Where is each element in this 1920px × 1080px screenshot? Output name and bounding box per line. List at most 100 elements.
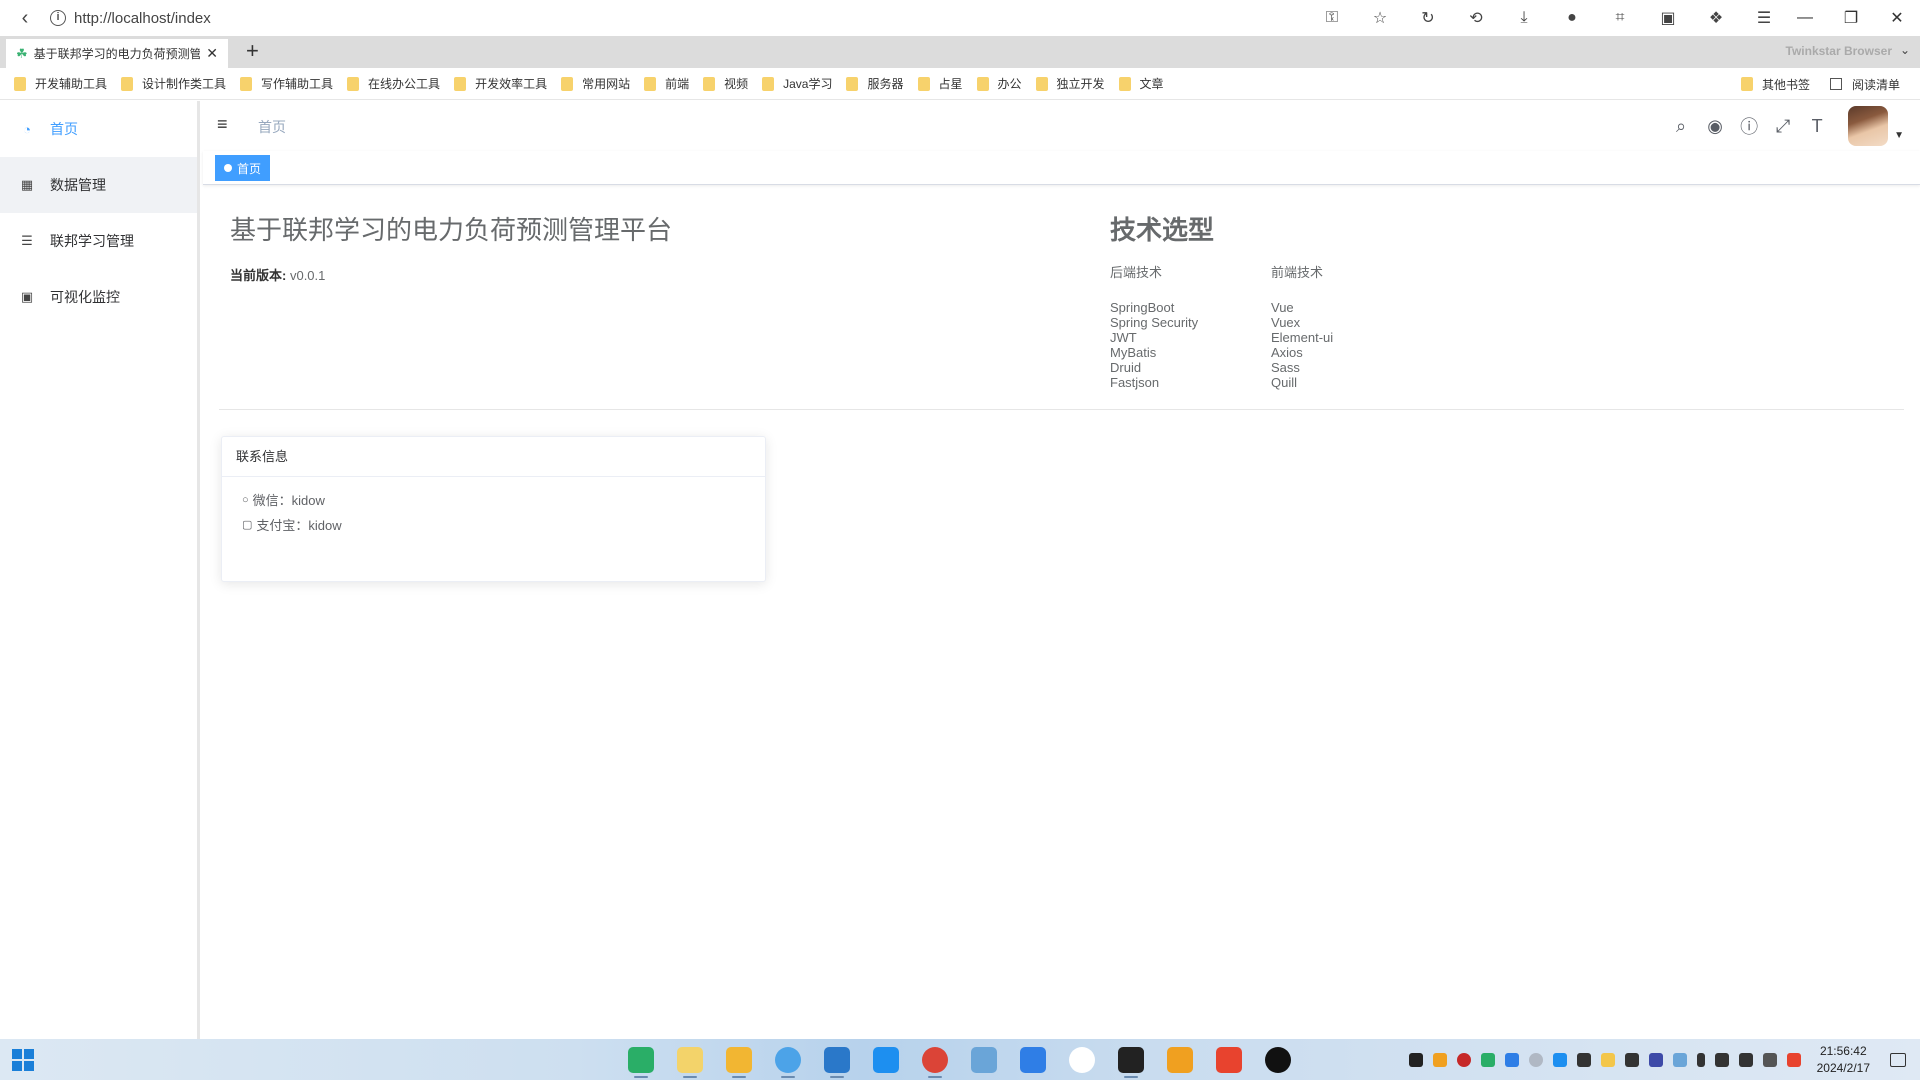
url-field[interactable]: http://localhost/index	[74, 10, 211, 27]
input-method-icon[interactable]	[1762, 1052, 1777, 1067]
html-tray-icon[interactable]	[1786, 1052, 1801, 1067]
pin-tray-icon[interactable]	[1552, 1052, 1567, 1067]
site-info-icon[interactable]: i	[50, 10, 66, 26]
bookmark-item[interactable]: 办公	[976, 75, 1022, 92]
bookmarks-bar: 开发辅助工具 设计制作类工具 写作辅助工具 在线办公工具 开发效率工具 常用网站 前端 视频 J…	[0, 68, 1920, 100]
profile-icon[interactable]: ●	[1554, 9, 1590, 27]
crop-icon[interactable]: ⌗	[1602, 9, 1638, 27]
wps-icon[interactable]	[1216, 1047, 1242, 1073]
folder-tray-icon[interactable]	[1600, 1052, 1615, 1067]
reading-list[interactable]: 阅读清单	[1829, 76, 1900, 93]
restore-icon[interactable]: ❐	[1828, 8, 1874, 28]
clock[interactable]: 21:56:42 2024/2/17	[1817, 1043, 1870, 1077]
grid-icon: ▦	[20, 177, 34, 192]
record-app-icon[interactable]	[1265, 1047, 1291, 1073]
sidebar-item-label: 数据管理	[50, 177, 106, 193]
wechat-tray-icon[interactable]	[1480, 1052, 1495, 1067]
sidebar-item-monitor[interactable]: ▣ 可视化监控	[0, 269, 197, 325]
file-explorer-icon[interactable]	[726, 1047, 752, 1073]
other-bookmarks[interactable]: 其他书签	[1740, 76, 1810, 93]
font-size-icon[interactable]: T	[1800, 116, 1834, 137]
back-icon[interactable]: ‹	[0, 7, 50, 30]
photos-app-icon[interactable]	[1020, 1047, 1046, 1073]
wifi-icon[interactable]	[1714, 1052, 1729, 1067]
bookmark-item[interactable]: 视频	[703, 75, 748, 92]
active-dot-icon	[224, 164, 232, 172]
folder-icon	[121, 76, 134, 91]
chevron-down-icon[interactable]: ⌄	[1900, 43, 1910, 57]
help-icon[interactable]: ⓘ	[1732, 113, 1766, 139]
bookmark-item[interactable]: 服务器	[846, 75, 904, 92]
qq-icon[interactable]	[1408, 1052, 1423, 1067]
tech-item: Quill	[1271, 375, 1298, 390]
bookmark-item[interactable]: 开发效率工具	[454, 75, 547, 92]
bookmark-item[interactable]: 占星	[917, 75, 963, 92]
reload-icon[interactable]: ↻	[1410, 8, 1446, 28]
close-window-icon[interactable]: ✕	[1874, 8, 1920, 28]
sidebar-item-data-management[interactable]: ▦ 数据管理	[0, 157, 197, 213]
folder-icon	[1035, 76, 1048, 91]
edge-browser-icon[interactable]	[775, 1047, 801, 1073]
extension-shield-icon[interactable]: ▣	[1650, 8, 1686, 28]
cloud-app-icon[interactable]	[971, 1047, 997, 1073]
bookmark-item[interactable]: 文章	[1118, 75, 1164, 92]
tab-close-icon[interactable]: ✕	[206, 45, 218, 62]
chrome-icon[interactable]	[922, 1047, 948, 1073]
bookmark-item[interactable]: 写作辅助工具	[240, 75, 333, 92]
history-icon[interactable]: ⟲	[1458, 8, 1494, 28]
search-app-icon[interactable]	[1167, 1047, 1193, 1073]
search-tray-icon[interactable]	[1432, 1052, 1447, 1067]
cloud-tray-icon[interactable]	[1672, 1052, 1687, 1067]
bookmark-item[interactable]: 常用网站	[561, 75, 630, 92]
hamburger-icon[interactable]: ≡	[217, 114, 228, 135]
new-tab-icon[interactable]: +	[246, 38, 259, 64]
bookmark-item[interactable]: 独立开发	[1035, 75, 1105, 92]
notification-icon[interactable]	[1890, 1052, 1906, 1067]
browser-tab[interactable]: ☘ 基于联邦学习的电力负荷预测管 ✕	[6, 39, 228, 68]
puzzle-icon[interactable]: ❖	[1698, 8, 1734, 28]
star-icon[interactable]: ☆	[1362, 8, 1398, 28]
browser-brand: Twinkstar Browser	[1785, 44, 1892, 58]
download-icon[interactable]: ⤓	[1506, 9, 1542, 27]
fullscreen-icon[interactable]: ⤢	[1766, 116, 1800, 137]
intellij-icon[interactable]	[1118, 1047, 1144, 1073]
drive-tray-icon[interactable]	[1624, 1052, 1639, 1067]
microphone-icon[interactable]	[1696, 1052, 1705, 1067]
photos-tray-icon[interactable]	[1504, 1052, 1519, 1067]
github-icon[interactable]: ◉	[1698, 116, 1732, 137]
record-tray-icon[interactable]	[1456, 1052, 1471, 1067]
breadcrumb[interactable]: 首页	[258, 117, 286, 137]
sidebar-item-home[interactable]: ◔ 首页	[0, 101, 197, 157]
app-tray-icon[interactable]	[1576, 1052, 1591, 1067]
folder-icon	[762, 76, 775, 91]
bookmark-item[interactable]: 设计制作类工具	[121, 75, 226, 92]
system-tray: 21:56:42 2024/2/17	[1408, 1039, 1920, 1080]
network-tray-icon[interactable]	[1528, 1052, 1543, 1067]
bookmark-item[interactable]: 在线办公工具	[347, 75, 440, 92]
circle-app-icon[interactable]	[1069, 1047, 1095, 1073]
search-icon[interactable]: ⌕	[1664, 116, 1698, 137]
document-icon: ☰	[21, 233, 33, 248]
volume-icon[interactable]	[1738, 1052, 1753, 1067]
windows-start-icon[interactable]	[12, 1049, 34, 1071]
avatar[interactable]	[1848, 106, 1889, 146]
vscode-icon[interactable]	[824, 1047, 850, 1073]
alipay-icon: ▢	[242, 519, 253, 531]
menu-icon[interactable]: ☰	[1746, 8, 1782, 28]
caret-down-icon[interactable]: ▼	[1894, 130, 1904, 141]
pin-app-icon[interactable]	[873, 1047, 899, 1073]
face-app-icon[interactable]	[677, 1047, 703, 1073]
tech-item: Axios	[1271, 345, 1303, 360]
sidebar-item-federated-learning[interactable]: ☰ 联邦学习管理	[0, 213, 197, 269]
sidebar-item-label: 可视化监控	[50, 289, 120, 305]
favicon-icon: ☘	[16, 45, 28, 61]
tag-home[interactable]: 首页	[215, 155, 271, 181]
tech-item: Vuex	[1271, 315, 1301, 330]
teams-tray-icon[interactable]	[1648, 1052, 1663, 1067]
minimize-icon[interactable]: —	[1782, 9, 1828, 27]
bookmark-item[interactable]: Java学习	[762, 75, 832, 92]
wechat-app-icon[interactable]	[628, 1047, 654, 1073]
key-icon[interactable]: ⚿	[1314, 9, 1350, 27]
bookmark-item[interactable]: 开发辅助工具	[14, 75, 107, 92]
bookmark-item[interactable]: 前端	[644, 75, 689, 92]
